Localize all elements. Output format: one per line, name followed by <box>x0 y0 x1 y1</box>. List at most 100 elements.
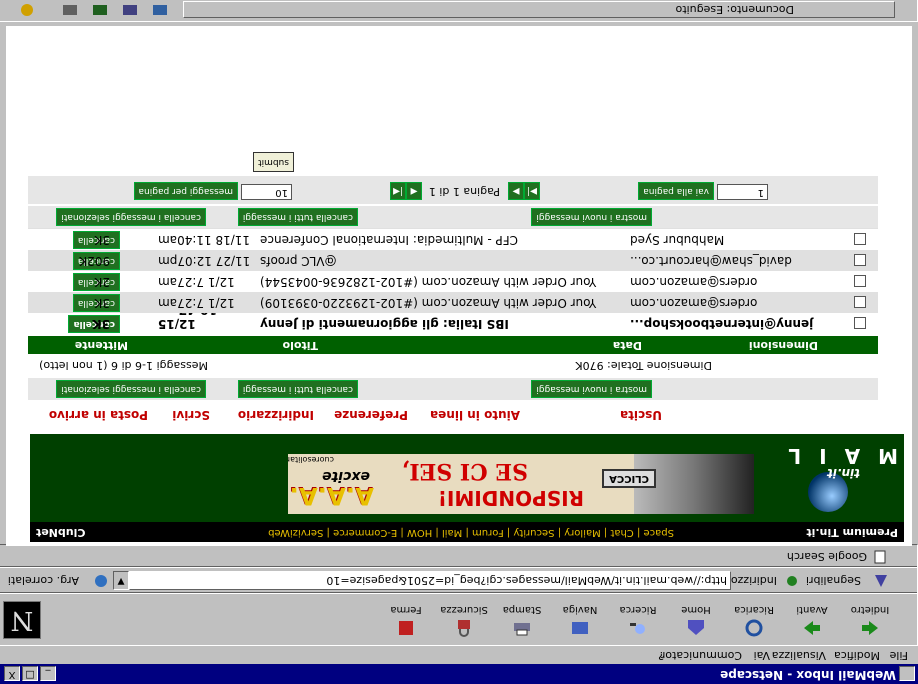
table-row[interactable]: cancella 902K 11/27 12:07pm @VLC proofs davi… <box>28 250 878 271</box>
security-label: Sicurezza <box>440 604 488 615</box>
row-sender: jenny@internetbookshop... <box>630 317 814 331</box>
address-dropdown-button[interactable]: ▼ <box>113 571 129 590</box>
stop-icon <box>399 621 413 635</box>
print-label: Stampa <box>502 604 542 615</box>
search-icon <box>630 623 645 634</box>
menu-visualizza[interactable]: Visualizza <box>772 649 826 662</box>
advertisement-banner[interactable]: CLICCA SE CI SEI, RISPONDIMI! A.A.A. exc… <box>288 454 754 514</box>
print-button[interactable]: Stampa <box>495 595 549 643</box>
goto-page-input[interactable]: 1 <box>717 184 768 200</box>
prev-page-icon[interactable]: ◀ <box>406 182 422 200</box>
portal-nav-links[interactable]: Space | Chat | Mailory | Security | Foru… <box>268 527 674 538</box>
header-sender[interactable]: Mittente <box>75 339 128 352</box>
home-button[interactable]: Home <box>669 595 723 643</box>
google-search-link[interactable]: Google Search <box>787 550 867 563</box>
menu-communicator[interactable]: Communicator <box>661 649 742 662</box>
row-size: 902K <box>79 254 110 268</box>
delete-all-button[interactable]: cancella tutti i messaggi <box>237 380 358 398</box>
table-row[interactable]: cancella 3K 12/1 7:27am Your Order with Ama… <box>28 292 878 313</box>
bookmarks-icon <box>875 575 887 587</box>
close-button[interactable]: X <box>4 666 20 681</box>
screen: WebMail Inbox - Netscape _ □ X File Modi… <box>0 0 918 684</box>
logo-word: MAIL <box>770 444 898 468</box>
goto-page-button[interactable]: vai alla pagina <box>638 182 714 200</box>
ad-click-button[interactable]: CLICCA <box>602 469 656 488</box>
show-new-button[interactable]: mostra i nuovi messaggi <box>531 380 652 398</box>
row-title[interactable]: CFP - Multimedia: International Conferen… <box>260 233 630 247</box>
menu-file[interactable]: File <box>890 649 908 662</box>
header-title[interactable]: Titolo <box>283 339 318 352</box>
webmail-nav: Uscita Aiuto in linea Preferenze Indiriz… <box>6 400 912 430</box>
ad-line2: RISPONDIMI! <box>437 486 584 510</box>
maximize-button[interactable]: □ <box>22 666 38 681</box>
row-size: 2K <box>94 275 110 289</box>
row-title[interactable]: Your Order with Amazon.com (#102-1282636… <box>260 275 630 289</box>
webmail-page: Premium Tin.it Space | Chat | Mailory | … <box>6 26 912 546</box>
back-arrow-icon <box>862 621 878 635</box>
menu-help[interactable]: ? <box>658 649 664 662</box>
address-url: http://web.mail.tin.it/WebMail/messages.… <box>326 574 727 587</box>
row-size: 3K <box>92 317 110 331</box>
tin-mail-logo: tin.it MAIL <box>770 442 898 518</box>
header-date[interactable]: Data <box>613 339 642 352</box>
nav-preferences[interactable]: Preferenze <box>334 408 408 422</box>
home-label: Home <box>681 604 711 615</box>
mailbox-stats: Dimensione Totale: 970K Messaggi 1-6 di … <box>28 354 878 376</box>
back-button[interactable]: Indietro <box>843 595 897 643</box>
per-page-input[interactable]: 10 <box>241 184 292 200</box>
last-page-icon[interactable]: ▶| <box>524 182 540 200</box>
row-checkbox[interactable] <box>854 275 866 287</box>
action-bar-lower: mostra i nuovi messaggi cancella tutti i… <box>28 378 878 400</box>
menu-modifica[interactable]: Modifica <box>834 649 880 662</box>
header-size[interactable]: Dimensioni <box>749 339 818 352</box>
row-title[interactable]: IBS Italia: gli aggiornamenti di Jenny <box>260 317 630 331</box>
printer-icon <box>514 623 530 636</box>
table-row[interactable]: cancella 2K 12/1 7:27am Your Order with Ama… <box>28 271 878 292</box>
minimize-button[interactable]: _ <box>40 666 56 681</box>
status-bar: Documento: Eseguito <box>0 0 918 22</box>
first-page-icon[interactable]: |◀ <box>390 182 406 200</box>
nav-address-book[interactable]: Indirizzario <box>238 408 314 422</box>
delete-selected-button[interactable]: cancella i messaggi selezionati <box>56 380 206 398</box>
premium-tin-link[interactable]: Premium Tin.it <box>806 526 898 539</box>
component-bar-icons[interactable] <box>7 2 177 18</box>
stop-button[interactable]: Ferma <box>379 595 433 643</box>
row-checkbox[interactable] <box>854 254 866 266</box>
bookmarks-button[interactable]: Segnalibri <box>806 574 861 587</box>
row-date: 11/18 11:40am <box>158 233 251 247</box>
row-checkbox[interactable] <box>854 317 866 329</box>
row-sender: orders@amazon.com <box>630 275 758 289</box>
reload-icon <box>745 619 763 637</box>
delete-all-button-top[interactable]: cancella tutti i messaggi <box>237 208 358 226</box>
row-checkbox[interactable] <box>854 296 866 308</box>
address-field[interactable]: http://web.mail.tin.it/WebMail/messages.… <box>129 571 731 590</box>
forward-button[interactable]: Avanti <box>785 595 839 643</box>
nav-exit[interactable]: Uscita <box>620 408 662 422</box>
row-checkbox[interactable] <box>854 233 866 245</box>
delete-selected-button-top[interactable]: cancella i messaggi selezionati <box>56 208 206 226</box>
security-button[interactable]: Sicurezza <box>437 595 491 643</box>
row-title[interactable]: Your Order with Amazon.com (#102-1293220… <box>260 296 630 310</box>
guide-button[interactable]: Naviga <box>553 595 607 643</box>
nav-inbox[interactable]: Posta in arrivo <box>49 408 148 422</box>
location-icon <box>787 576 797 586</box>
reload-button[interactable]: Ricarica <box>727 595 781 643</box>
table-row[interactable]: cancella 3K 11/18 11:40am CFP - Multimedia:… <box>28 229 878 250</box>
row-size: 3K <box>94 296 110 310</box>
logo-brand: tin.it <box>827 466 860 480</box>
window-titlebar: WebMail Inbox - Netscape _ □ X <box>0 664 918 684</box>
clubnet-link[interactable]: ClubNet <box>36 526 85 539</box>
ad-line1: SE CI SEI, <box>401 458 528 484</box>
table-row[interactable]: cancella3K12/15 10:47amIBS Italia: gli a… <box>28 303 878 334</box>
location-bar: Segnalibri Indirizzo: http://web.mail.ti… <box>0 566 918 594</box>
menu-vai[interactable]: Vai <box>754 649 770 662</box>
nav-help[interactable]: Aiuto in linea <box>430 408 520 422</box>
show-new-button-top[interactable]: mostra i nuovi messaggi <box>531 208 652 226</box>
search-button[interactable]: Ricerca <box>611 595 665 643</box>
row-title[interactable]: @VLC proofs <box>260 254 630 268</box>
submit-button[interactable]: submit <box>253 152 294 172</box>
next-page-icon[interactable]: ▶ <box>508 182 524 200</box>
row-sender: orders@amazon.com <box>630 296 758 310</box>
nav-compose[interactable]: Scrivi <box>172 408 210 422</box>
related-button[interactable]: Arg. correlati <box>8 574 79 587</box>
